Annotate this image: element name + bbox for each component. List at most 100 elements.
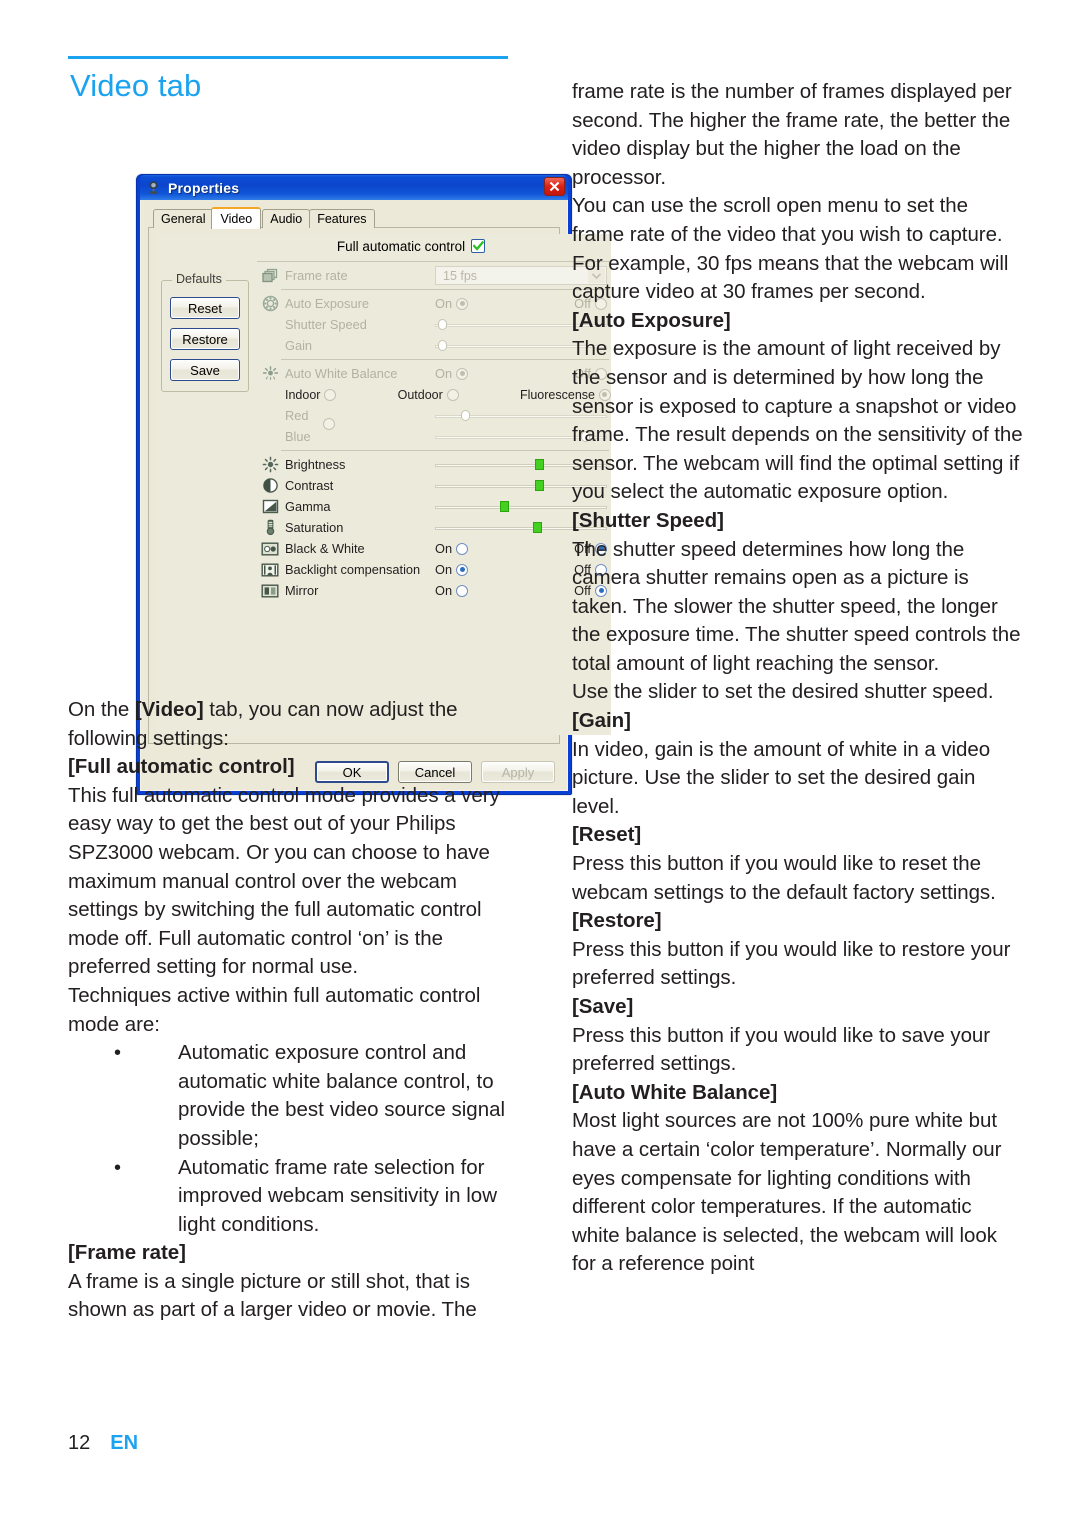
slider-thumb	[534, 479, 544, 491]
divider	[281, 289, 609, 290]
aperture-icon	[255, 295, 285, 312]
restore-button[interactable]: Restore	[170, 328, 240, 350]
setting-brightness[interactable]: Brightness	[255, 454, 611, 475]
language-code: EN	[110, 1432, 139, 1454]
wb-mode-outdoor[interactable]: Outdoor	[398, 388, 459, 402]
heading-auto-exposure: [Auto Exposure]	[572, 308, 731, 332]
radio-on	[456, 584, 469, 597]
mirror-on-label: On	[435, 583, 453, 598]
paragraph-techniques: Techniques active within full automatic …	[68, 983, 481, 1036]
paragraph-scroll-menu: You can use the scroll open menu to set …	[572, 194, 1009, 304]
setting-backlight-compensation[interactable]: Backlight compensation On Off	[255, 559, 611, 580]
slider-thumb	[460, 409, 470, 421]
heading-gain: [Gain]	[572, 709, 631, 733]
paragraph-full-automatic-control: This full automatic control mode provide…	[68, 783, 500, 979]
paragraph-frame-rate-continued: frame rate is the number of frames displ…	[572, 80, 1012, 189]
setting-mirror[interactable]: Mirror On Off	[255, 580, 611, 601]
mirror-label: Mirror	[285, 583, 319, 598]
black-white-icon	[255, 542, 285, 556]
frame-rate-value: 15 fps	[443, 268, 478, 283]
paragraph-save: Press this button if you would like to s…	[572, 1023, 991, 1076]
title-rule	[68, 56, 508, 59]
black-and-white-label: Black & White	[285, 541, 365, 556]
tab-audio[interactable]: Audio	[262, 209, 311, 228]
techniques-list: • Automatic exposure control and automati…	[68, 1039, 520, 1239]
auto-exposure-on[interactable]: On	[435, 296, 469, 311]
brightness-label: Brightness	[285, 457, 346, 472]
slider-thumb	[438, 339, 448, 351]
divider	[281, 450, 609, 451]
auto-exposure-on-label: On	[435, 296, 453, 311]
auto-wb-on-label: On	[435, 366, 453, 381]
right-column: frame rate is the number of frames displ…	[572, 78, 1024, 1279]
list-item-text: Automatic exposure control and automatic…	[178, 1041, 506, 1150]
webcam-icon	[146, 180, 161, 195]
brightness-icon	[255, 456, 285, 473]
paragraph-auto-exposure: The exposure is the amount of light rece…	[572, 337, 1023, 504]
bullet-icon: •	[114, 1156, 122, 1179]
video-tab-panel: Defaults Reset Restore Save Full automat…	[148, 227, 611, 744]
full-automatic-control-checkbox[interactable]	[471, 239, 486, 253]
tab-video[interactable]: Video	[211, 207, 262, 229]
intro-paragraph: On the [Video] tab, you can now adjust t…	[68, 696, 520, 753]
paragraph-restore: Press this button if you would like to r…	[572, 937, 1011, 990]
frames-icon	[255, 268, 285, 284]
page-footer: 12 EN	[68, 1432, 138, 1455]
wb-outdoor-label: Outdoor	[397, 387, 443, 402]
radio-on	[456, 367, 469, 380]
settings-area: Full automatic control Frame rate 15 fps…	[253, 234, 611, 735]
red-label: Red	[285, 408, 309, 423]
dialog-title: Properties	[168, 179, 240, 196]
slider-thumb	[438, 318, 448, 330]
heading-reset: [Reset]	[572, 823, 642, 847]
radio-on	[456, 563, 469, 576]
setting-blue[interactable]: Blue	[255, 426, 611, 447]
setting-saturation[interactable]: Saturation	[255, 517, 611, 538]
backlight-on-label: On	[435, 562, 453, 577]
setting-gain[interactable]: Gain	[255, 335, 611, 356]
setting-auto-exposure[interactable]: Auto Exposure On Off	[255, 293, 611, 314]
setting-shutter-speed[interactable]: Shutter Speed	[255, 314, 611, 335]
bw-on[interactable]: On	[435, 541, 469, 556]
setting-gamma[interactable]: Gamma	[255, 496, 611, 517]
paragraph-auto-white-balance: Most light sources are not 100% pure whi…	[572, 1109, 1002, 1276]
full-automatic-control-row[interactable]: Full automatic control	[255, 234, 611, 258]
mirror-on[interactable]: On	[435, 583, 469, 598]
setting-frame-rate[interactable]: Frame rate 15 fps	[255, 265, 611, 286]
contrast-label: Contrast	[285, 478, 334, 493]
frame-rate-label: Frame rate	[285, 268, 348, 283]
setting-auto-white-balance[interactable]: Auto White Balance On Off	[255, 363, 611, 384]
dialog-titlebar: Properties	[140, 175, 568, 200]
tab-features[interactable]: Features	[309, 209, 375, 228]
wb-mode-indoor[interactable]: Indoor	[285, 387, 337, 402]
setting-wb-modes[interactable]: Indoor Outdoor Fluorescense	[255, 384, 611, 405]
setting-contrast[interactable]: Contrast	[255, 475, 611, 496]
tab-general[interactable]: General	[153, 209, 214, 228]
manual-wb-radio-wrapper[interactable]	[323, 417, 335, 435]
bw-on-label: On	[435, 541, 453, 556]
backlight-on[interactable]: On	[435, 562, 469, 577]
defaults-sidebar: Defaults Reset Restore Save	[157, 234, 253, 735]
slider-thumb	[534, 458, 544, 470]
radio-on	[456, 542, 469, 555]
gamma-icon	[255, 499, 285, 514]
radio-on	[456, 297, 469, 310]
auto-wb-on[interactable]: On	[435, 366, 469, 381]
document-page: Video tab Properties General Video Audio…	[0, 0, 1080, 1526]
setting-red[interactable]: Red	[255, 405, 611, 426]
heading-auto-white-balance: [Auto White Balance]	[572, 1080, 778, 1104]
backlight-icon	[255, 563, 285, 577]
heading-save: [Save]	[572, 995, 634, 1018]
wb-indoor-label: Indoor	[285, 387, 321, 402]
white-balance-icon	[255, 365, 285, 382]
radio-manual-wb	[323, 418, 335, 430]
dialog-tabs: General Video Audio Features	[148, 206, 560, 229]
save-button[interactable]: Save	[170, 359, 240, 381]
bullet-icon: •	[114, 1042, 122, 1065]
contrast-icon	[255, 477, 285, 494]
close-icon[interactable]	[544, 177, 565, 196]
paragraph-shutter-slider: Use the slider to set the desired shutte…	[572, 680, 994, 704]
reset-button[interactable]: Reset	[170, 297, 240, 319]
auto-white-balance-label: Auto White Balance	[285, 366, 398, 381]
setting-black-and-white[interactable]: Black & White On Off	[255, 538, 611, 559]
